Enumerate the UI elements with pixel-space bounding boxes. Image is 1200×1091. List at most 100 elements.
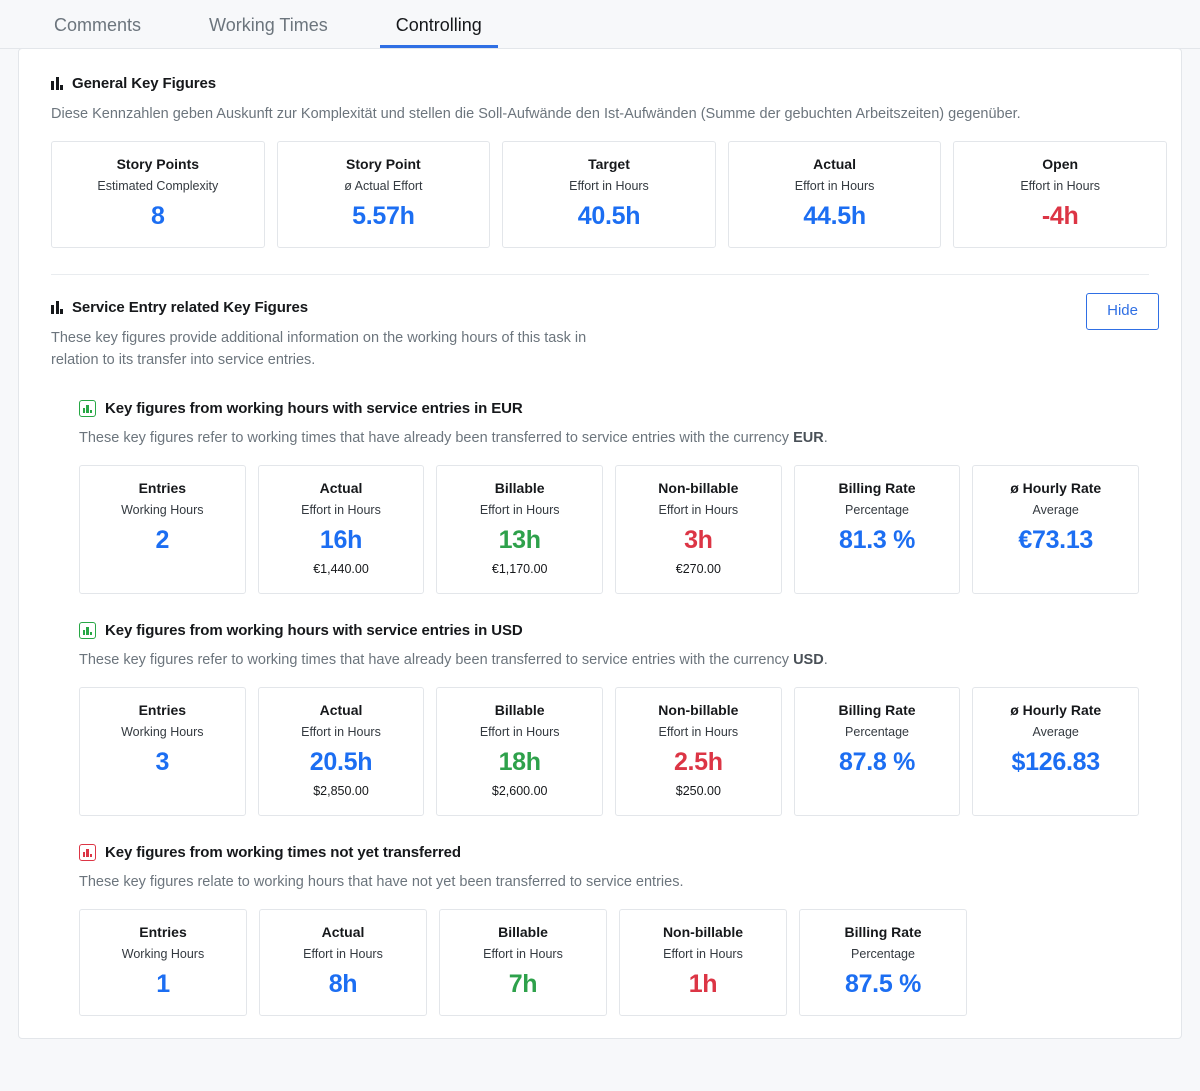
- kpi-subtitle: Effort in Hours: [1020, 179, 1100, 194]
- kpi-value: 13h: [498, 526, 541, 555]
- kpi-title: Actual: [319, 480, 363, 497]
- service-entry-header-row: Service Entry related Key Figures These …: [33, 293, 1167, 372]
- description-currency: EUR: [793, 429, 824, 446]
- kpi-subtitle: Effort in Hours: [479, 503, 560, 518]
- kpi-title: Actual: [319, 702, 363, 719]
- service-entry-header: Service Entry related Key Figures: [33, 299, 586, 316]
- kpi-card[interactable]: ø Hourly Rate Average $126.83: [972, 687, 1140, 816]
- kpi-value: 1h: [688, 970, 718, 999]
- kpi-value: 1: [156, 970, 170, 999]
- kpi-value: 87.8 %: [839, 748, 916, 777]
- kpi-title: Story Points: [116, 156, 200, 173]
- kpi-title: Billable: [498, 924, 548, 941]
- section-title: Service Entry related Key Figures: [72, 299, 308, 317]
- usd-section-description: These key figures refer to working times…: [33, 649, 1167, 671]
- kpi-card[interactable]: Actual Effort in Hours 44.5h: [727, 141, 942, 249]
- kpi-subtitle: Effort in Hours: [658, 725, 739, 740]
- bar-chart-icon: [51, 301, 63, 315]
- kpi-amount: €1,170.00: [491, 561, 548, 576]
- kpi-amount: $250.00: [675, 783, 721, 798]
- not-transferred-section-description: These key figures relate to working hour…: [79, 873, 684, 890]
- kpi-value: 8: [150, 202, 165, 231]
- kpi-title: Billing Rate: [838, 480, 916, 497]
- kpi-card[interactable]: Actual Effort in Hours 16h €1,440.00: [257, 465, 425, 594]
- kpi-value: 16h: [319, 526, 363, 555]
- section-divider: [51, 274, 1149, 276]
- description-suffix: .: [823, 429, 828, 446]
- kpi-card[interactable]: Entries Working Hours 1: [79, 909, 247, 1016]
- kpi-subtitle: Effort in Hours: [483, 947, 563, 962]
- kpi-card[interactable]: Story Points Estimated Complexity 8: [51, 141, 265, 249]
- kpi-value: 8h: [328, 970, 358, 999]
- eur-kpi-row: Entries Working Hours 2 Actual Effort in…: [33, 465, 1167, 594]
- kpi-subtitle: Effort in Hours: [663, 947, 743, 962]
- kpi-value: 87.5 %: [844, 970, 922, 999]
- description-prefix: These key figures refer to working times…: [79, 429, 794, 446]
- kpi-title: Actual: [813, 156, 856, 173]
- kpi-subtitle: Average: [1032, 725, 1079, 740]
- bar-chart-icon: [51, 77, 63, 90]
- general-key-figures-header: General Key Figures: [33, 75, 1167, 92]
- kpi-subtitle: Percentage: [851, 947, 915, 962]
- chart-box-red-icon: [79, 843, 96, 861]
- tab-working-times[interactable]: Working Times: [193, 16, 344, 48]
- kpi-subtitle: Effort in Hours: [658, 503, 739, 518]
- not-transferred-section-header: Key figures from working times not yet t…: [33, 843, 1167, 861]
- kpi-card[interactable]: Target Effort in Hours 40.5h: [502, 141, 716, 249]
- kpi-subtitle: ø Actual Effort: [344, 179, 423, 194]
- kpi-value: 2: [155, 526, 170, 555]
- kpi-subtitle: Average: [1032, 503, 1079, 518]
- kpi-card[interactable]: Billing Rate Percentage 87.5 %: [799, 909, 967, 1016]
- description-line-1: These key figures provide additional inf…: [51, 330, 587, 347]
- kpi-card[interactable]: Open Effort in Hours -4h: [953, 141, 1167, 249]
- kpi-title: Target: [588, 156, 630, 173]
- hide-button[interactable]: Hide: [1086, 293, 1159, 330]
- kpi-value: 18h: [498, 748, 541, 777]
- kpi-value: -4h: [1041, 202, 1079, 231]
- kpi-card[interactable]: ø Hourly Rate Average €73.13: [972, 465, 1140, 594]
- kpi-subtitle: Effort in Hours: [794, 179, 875, 194]
- not-transferred-section: Key figures from working times not yet t…: [33, 843, 1167, 1016]
- kpi-card[interactable]: Actual Effort in Hours 20.5h $2,850.00: [257, 687, 425, 816]
- kpi-card[interactable]: Actual Effort in Hours 8h: [259, 909, 427, 1016]
- kpi-value: 3h: [684, 526, 713, 555]
- kpi-card[interactable]: Non-billable Effort in Hours 3h €270.00: [615, 465, 782, 594]
- section-title: Key figures from working hours with serv…: [105, 399, 523, 417]
- section-title: General Key Figures: [72, 75, 216, 92]
- kpi-card[interactable]: Billable Effort in Hours 18h $2,600.00: [436, 687, 604, 816]
- kpi-value: €73.13: [1018, 526, 1094, 555]
- kpi-card[interactable]: Billing Rate Percentage 87.8 %: [793, 687, 961, 816]
- usd-section: Key figures from working hours with serv…: [33, 621, 1167, 816]
- kpi-title: Billable: [494, 702, 545, 719]
- kpi-subtitle: Working Hours: [121, 947, 205, 962]
- eur-section-description: These key figures refer to working times…: [33, 427, 1167, 449]
- kpi-card[interactable]: Non-billable Effort in Hours 2.5h $250.0…: [615, 687, 782, 816]
- usd-section-header: Key figures from working hours with serv…: [33, 621, 1167, 639]
- kpi-title: Entries: [138, 480, 187, 497]
- kpi-subtitle: Effort in Hours: [301, 503, 381, 518]
- kpi-card[interactable]: Billable Effort in Hours 7h: [439, 909, 607, 1016]
- kpi-amount: €270.00: [675, 561, 721, 576]
- kpi-card[interactable]: Entries Working Hours 2: [79, 465, 246, 594]
- kpi-title: Billing Rate: [838, 702, 916, 719]
- kpi-subtitle: Working Hours: [121, 725, 204, 740]
- tab-controlling[interactable]: Controlling: [379, 16, 498, 48]
- kpi-subtitle: Effort in Hours: [569, 179, 649, 194]
- not-transferred-kpi-row: Entries Working Hours 1 Actual Effort in…: [33, 909, 1167, 1016]
- kpi-value: 7h: [508, 970, 538, 999]
- kpi-title: ø Hourly Rate: [1010, 480, 1102, 497]
- kpi-card[interactable]: Story Point ø Actual Effort 5.57h: [276, 141, 491, 249]
- kpi-card[interactable]: Non-billable Effort in Hours 1h: [619, 909, 787, 1016]
- kpi-title: Actual: [321, 924, 365, 941]
- tab-comments[interactable]: Comments: [38, 16, 157, 48]
- kpi-card[interactable]: Billable Effort in Hours 13h €1,170.00: [436, 465, 604, 594]
- kpi-subtitle: Percentage: [845, 503, 909, 518]
- kpi-subtitle: Effort in Hours: [303, 947, 383, 962]
- description-line-2: relation to its transfer into service en…: [51, 352, 316, 369]
- usd-kpi-row: Entries Working Hours 3 Actual Effort in…: [33, 687, 1167, 816]
- kpi-card[interactable]: Entries Working Hours 3: [79, 687, 246, 816]
- kpi-title: Entries: [138, 702, 187, 719]
- kpi-title: ø Hourly Rate: [1010, 702, 1102, 719]
- kpi-subtitle: Effort in Hours: [301, 725, 381, 740]
- kpi-card[interactable]: Billing Rate Percentage 81.3 %: [793, 465, 961, 594]
